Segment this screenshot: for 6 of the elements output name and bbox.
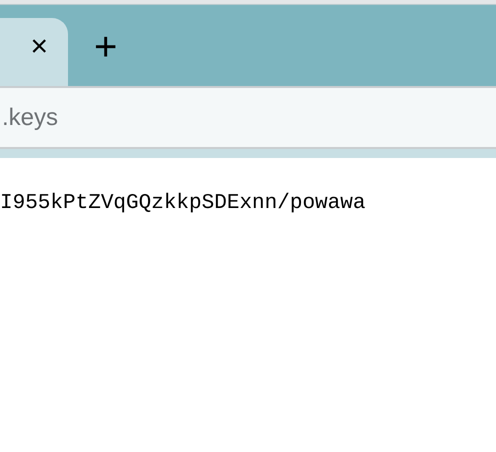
page-text: I955kPtZVqGQzkkpSDExnn/powawa (0, 192, 366, 215)
address-text: .keys (1, 102, 58, 132)
address-field[interactable]: .keys (0, 86, 496, 149)
new-tab-button[interactable]: + (94, 27, 118, 67)
browser-tab[interactable]: × (0, 18, 68, 86)
close-tab-button[interactable]: × (30, 32, 48, 62)
